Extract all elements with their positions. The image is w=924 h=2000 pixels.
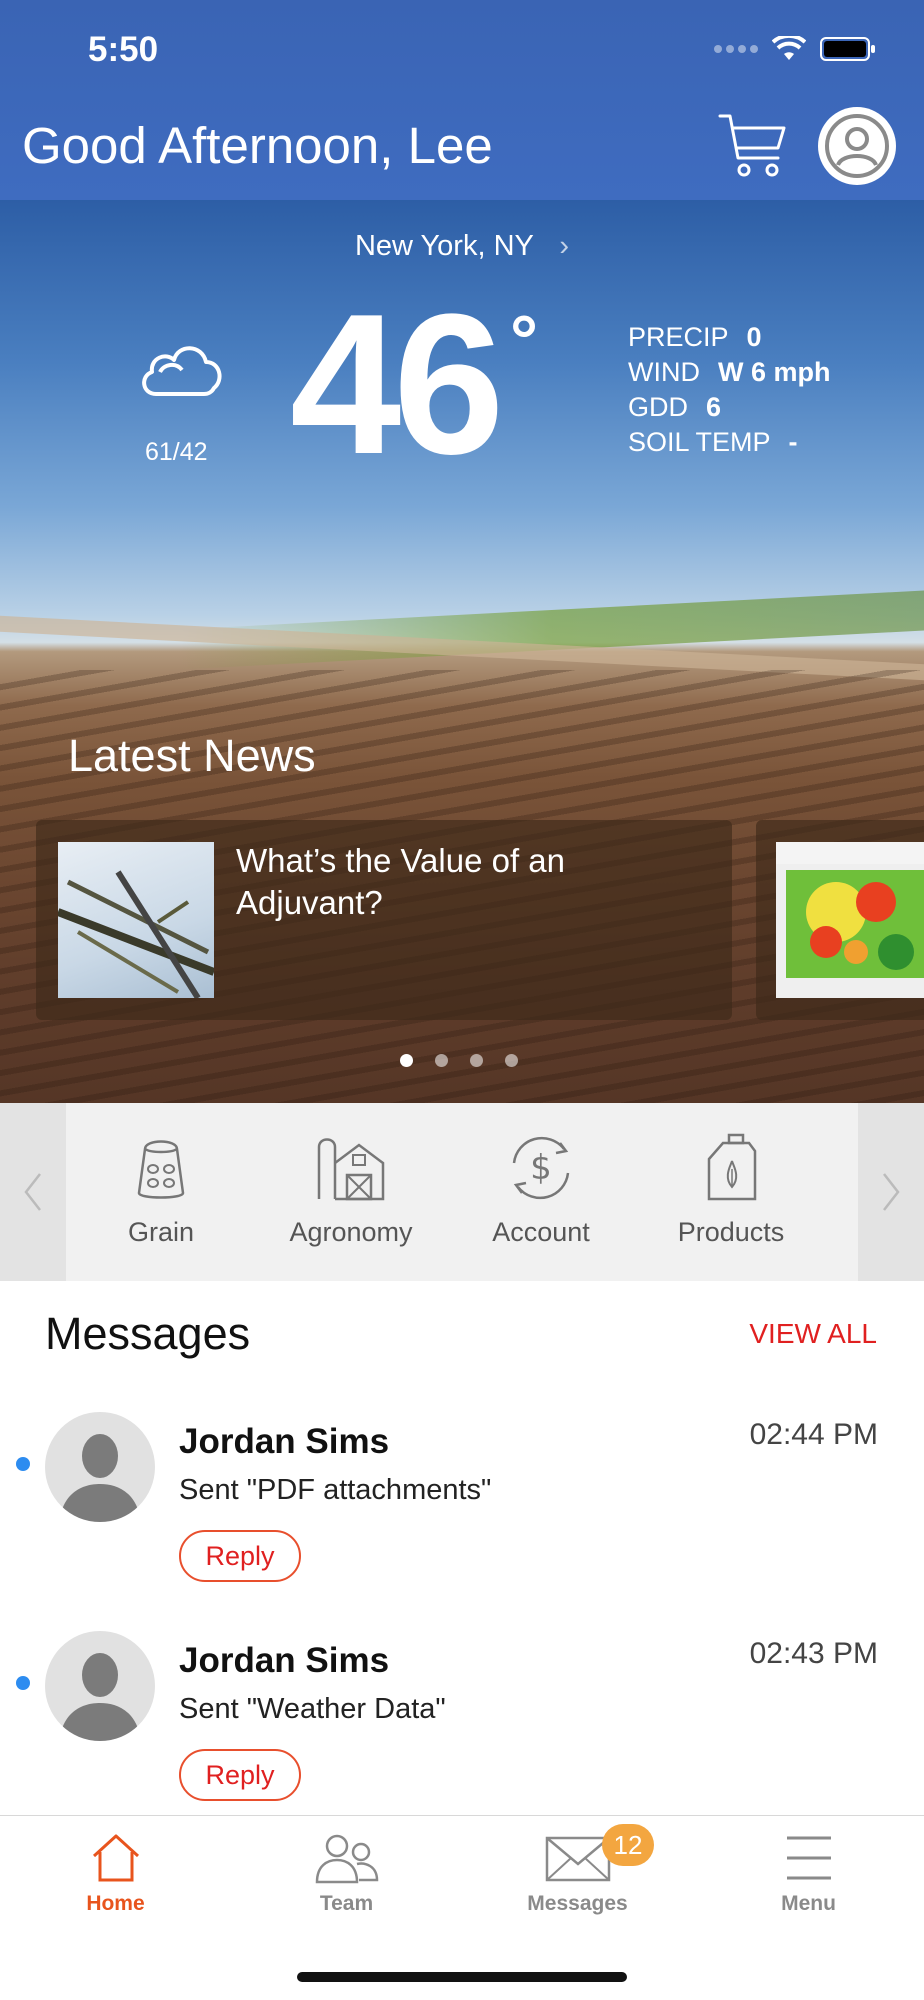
person-silhouette-icon [59,1653,141,1741]
quick-nav-next-button[interactable] [858,1103,924,1281]
cart-button[interactable] [716,108,790,182]
yield-map-image [776,842,924,978]
stat-value: - [788,427,798,457]
sprayer-image [58,870,214,998]
message-item[interactable]: Jordan Sims 02:44 PM Sent "PDF attachmen… [0,1412,924,1622]
header: 5:50 Good Afternoon, Lee [0,0,924,200]
news-card-next[interactable] [756,820,924,1020]
person-silhouette-icon [59,1434,141,1522]
tab-menu[interactable]: Menu [693,1816,924,1946]
signal-icon [714,45,758,53]
home-icon [92,1834,139,1882]
stat-gdd: GDD 6 [628,390,830,425]
wifi-icon [772,36,806,60]
stat-label: GDD [628,392,688,422]
weather-stats: PRECIP 0 WIND W 6 mph GDD 6 SOIL TEMP - [628,320,830,460]
pager-dot[interactable] [400,1054,413,1067]
profile-button[interactable] [818,107,896,185]
location-selector[interactable]: New York, NY › [0,230,924,263]
quick-nav-agronomy[interactable]: Agronomy [256,1103,446,1281]
quick-nav-products[interactable]: Products [636,1103,826,1281]
greeting-title: Good Afternoon, Lee [22,117,493,174]
message-time: 02:43 PM [749,1637,878,1670]
svg-text:$: $ [530,1148,552,1188]
reply-button[interactable]: Reply [179,1749,301,1801]
stat-value: W 6 mph [717,357,831,387]
grain-bag-icon [137,1140,185,1199]
stat-label: PRECIP [628,322,729,352]
tab-label: Menu [781,1892,836,1915]
stat-value: 0 [746,322,762,352]
unread-dot [16,1457,30,1471]
quick-nav-grain[interactable]: Grain [66,1103,256,1281]
unread-count-badge: 12 [602,1824,654,1866]
news-pager [400,1054,518,1067]
stat-soil-temp: SOIL TEMP - [628,425,830,460]
pager-dot[interactable] [505,1054,518,1067]
degree-symbol: ° [510,301,538,379]
news-card[interactable]: What’s the Value of an Adjuvant? [36,820,732,1020]
current-temperature: 46 [290,273,504,496]
team-icon [315,1834,378,1884]
news-thumbnail-map [776,842,924,998]
news-thumbnail [58,842,214,998]
tab-label: Team [319,1892,374,1915]
avatar [45,1412,155,1522]
chevron-right-icon [883,1173,900,1211]
messages-section-title: Messages [45,1308,251,1359]
quick-nav-label: Account [492,1217,590,1247]
quick-nav-label: Products [677,1217,785,1247]
message-preview: Sent "PDF attachments" [179,1474,492,1506]
chevron-right-icon: › [559,230,570,262]
status-icons [714,36,876,62]
view-all-link[interactable]: VIEW ALL [749,1318,877,1350]
message-item[interactable]: Jordan Sims 02:43 PM Sent "Weather Data"… [0,1631,924,1841]
quick-nav-items: Grain Agronomy $ Account Products [66,1103,858,1281]
quick-nav-account[interactable]: $ Account [446,1103,636,1281]
stat-precip: PRECIP 0 [628,320,830,355]
envelope-icon [545,1836,610,1882]
tab-home[interactable]: Home [0,1816,231,1946]
pager-dot[interactable] [435,1054,448,1067]
cart-icon [718,114,786,177]
cloud-icon [142,346,222,396]
app-screen: 5:50 Good Afternoon, Lee New York, NY › … [0,0,924,2000]
jug-icon [707,1133,757,1201]
tab-label: Messages [527,1892,628,1915]
tab-messages[interactable]: Messages [462,1816,693,1946]
quick-nav-label: Agronomy [289,1217,413,1247]
tab-team[interactable]: Team [231,1816,462,1946]
hi-lo-temp: 61/42 [145,438,208,466]
quick-nav-label: Grain [127,1217,195,1247]
message-preview: Sent "Weather Data" [179,1693,446,1725]
stat-wind: WIND W 6 mph [628,355,830,390]
home-indicator [297,1972,627,1982]
chevron-left-icon [24,1173,41,1211]
stat-label: SOIL TEMP [628,427,771,457]
weather-hero: New York, NY › 61/42 46 ° PRECIP 0 WIND … [0,200,924,1103]
tab-label: Home [86,1892,145,1915]
avatar [45,1631,155,1741]
battery-icon [820,37,875,61]
reply-button[interactable]: Reply [179,1530,301,1582]
message-sender: Jordan Sims [179,1422,390,1461]
stat-label: WIND [628,357,700,387]
location-label: New York, NY [354,230,534,262]
stat-value: 6 [706,392,722,422]
pager-dot[interactable] [470,1054,483,1067]
dollar-cycle-icon: $ [512,1136,570,1200]
message-time: 02:44 PM [749,1418,878,1451]
message-sender: Jordan Sims [179,1641,390,1680]
menu-icon [786,1836,831,1880]
news-section-title: Latest News [68,730,316,781]
quick-nav: Grain Agronomy $ Account Products [0,1103,924,1281]
user-icon [825,114,889,178]
news-headline: What’s the Value of an Adjuvant? [236,842,565,921]
unread-dot [16,1676,30,1690]
barn-icon [317,1138,385,1201]
status-time: 5:50 [88,30,159,69]
quick-nav-prev-button[interactable] [0,1103,66,1281]
